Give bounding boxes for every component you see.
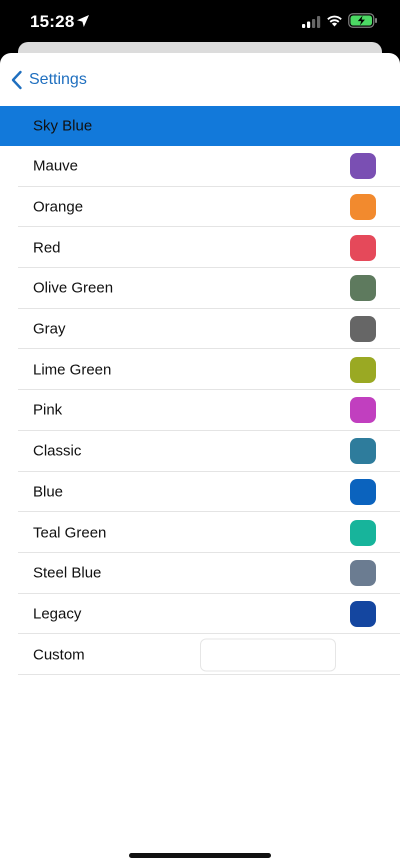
color-row[interactable]: Lime Green xyxy=(0,349,400,390)
color-row[interactable]: Gray xyxy=(0,309,400,350)
home-indicator xyxy=(129,853,271,858)
color-swatch xyxy=(350,478,376,505)
status-time: 15:28 xyxy=(30,12,75,31)
color-row[interactable]: Olive Green xyxy=(0,268,400,309)
selected-color-label: Sky Blue xyxy=(33,117,93,135)
color-label: Teal Green xyxy=(33,524,107,542)
color-swatch xyxy=(350,356,376,383)
custom-color-label: Custom xyxy=(33,646,85,664)
location-arrow-icon xyxy=(77,15,89,27)
color-row[interactable]: Legacy xyxy=(0,594,400,635)
color-label: Lime Green xyxy=(33,361,112,379)
color-row[interactable]: Red xyxy=(0,227,400,268)
selected-color-row[interactable]: Sky Blue xyxy=(0,106,400,146)
color-swatch xyxy=(350,600,376,627)
color-label: Gray xyxy=(33,320,66,338)
color-row[interactable]: Classic xyxy=(0,431,400,472)
color-swatch xyxy=(350,438,376,465)
custom-color-row: Custom xyxy=(0,634,400,675)
cellular-signal-icon xyxy=(302,16,321,28)
color-swatch xyxy=(350,560,376,587)
navigation-bar: Settings xyxy=(0,53,400,106)
color-label: Orange xyxy=(33,198,84,216)
color-label: Steel Blue xyxy=(33,564,102,582)
color-swatch xyxy=(350,234,376,261)
color-label: Classic xyxy=(33,442,82,460)
chevron-left-icon xyxy=(11,70,22,90)
battery-charging-icon xyxy=(348,13,377,28)
color-row[interactable]: Pink xyxy=(0,390,400,431)
color-row[interactable]: Steel Blue xyxy=(0,553,400,594)
back-label: Settings xyxy=(29,71,87,88)
custom-color-input[interactable] xyxy=(200,638,336,672)
color-row[interactable]: Blue xyxy=(0,472,400,513)
wifi-icon xyxy=(327,15,342,27)
color-list: Mauve Orange Red Olive Green Gray Lime Green P… xyxy=(0,146,400,634)
color-picker-sheet: Settings Sky Blue Mauve Orange Red Olive Gr… xyxy=(0,53,400,865)
color-row[interactable]: Mauve xyxy=(0,146,400,187)
color-swatch xyxy=(350,519,376,546)
back-button[interactable]: Settings xyxy=(10,67,87,93)
color-label: Legacy xyxy=(33,605,82,623)
color-row[interactable]: Teal Green xyxy=(0,512,400,553)
color-label: Red xyxy=(33,239,61,257)
color-swatch xyxy=(350,316,376,343)
color-label: Pink xyxy=(33,401,63,419)
status-bar: 15:28 xyxy=(0,0,400,44)
color-swatch xyxy=(350,275,376,302)
color-row[interactable]: Orange xyxy=(0,187,400,228)
color-label: Blue xyxy=(33,483,64,501)
color-swatch xyxy=(350,153,376,180)
color-label: Olive Green xyxy=(33,279,114,297)
color-swatch xyxy=(350,397,376,424)
color-label: Mauve xyxy=(33,157,79,175)
color-swatch xyxy=(350,194,376,221)
